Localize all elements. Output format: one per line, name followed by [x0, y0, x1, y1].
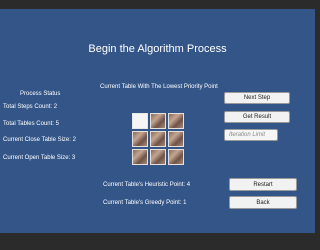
greedy-point-label: Current Table's Greedy Point: 1	[103, 200, 187, 206]
get-result-button[interactable]: Get Result	[224, 111, 290, 123]
puzzle-tile	[150, 113, 166, 129]
process-status-title: Process Status	[20, 91, 61, 97]
puzzle-tile	[168, 149, 184, 165]
puzzle-grid	[132, 113, 184, 165]
restart-button[interactable]: Restart	[229, 178, 297, 191]
next-step-button[interactable]: Next Step	[224, 92, 290, 104]
iteration-limit-input[interactable]: Iteration Limit	[224, 129, 278, 141]
puzzle-tile-blank	[132, 113, 148, 129]
lowest-priority-table-label: Current Table With The Lowest Priority P…	[100, 84, 218, 90]
back-button[interactable]: Back	[229, 196, 297, 209]
heuristic-point-label: Current Table's Heuristic Point: 4	[103, 182, 191, 188]
puzzle-tile	[168, 131, 184, 147]
close-table-size: Current Close Table Size: 2	[3, 137, 76, 143]
open-table-size: Current Open Table Size: 3	[3, 155, 76, 161]
page-title: Begin the Algorithm Process	[88, 43, 227, 55]
puzzle-tile	[150, 131, 166, 147]
main-panel: Begin the Algorithm Process Current Tabl…	[0, 9, 315, 233]
puzzle-tile	[132, 131, 148, 147]
puzzle-tile	[168, 113, 184, 129]
puzzle-tile	[132, 149, 148, 165]
puzzle-tile	[150, 149, 166, 165]
total-steps-count: Total Steps Count: 2	[3, 104, 58, 110]
total-tables-count: Total Tables Count: 5	[3, 121, 59, 127]
